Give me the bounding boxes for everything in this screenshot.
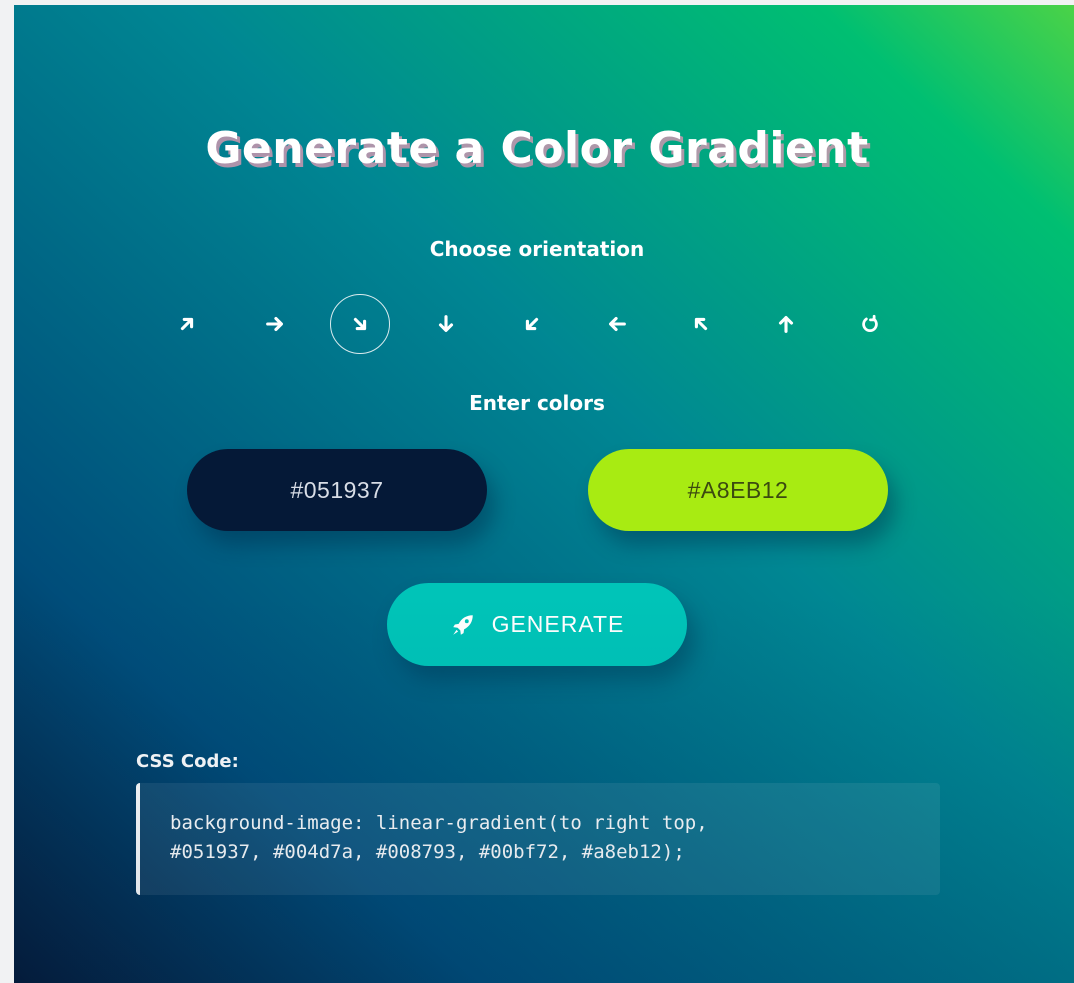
gradient-generator-panel: Generate a Color Gradient Choose orienta… [14, 5, 1074, 983]
orientation-to-left[interactable] [587, 294, 647, 354]
css-code-line: background-image: linear-gradient(to rig… [170, 812, 708, 834]
color-1-input[interactable] [187, 449, 487, 531]
arrow-up-right-icon [180, 317, 194, 331]
arrow-right-icon [266, 316, 283, 332]
orientation-label: Choose orientation [429, 237, 645, 261]
orientation-to-bottom[interactable] [416, 294, 476, 354]
arrow-down-right-icon [353, 317, 367, 331]
css-code-output[interactable]: background-image: linear-gradient(to rig… [136, 783, 940, 895]
orientation-options [14, 294, 1074, 356]
css-code-line: #051937, #004d7a, #008793, #00bf72, #a8e… [170, 841, 685, 863]
generate-button[interactable]: GENERATE [387, 583, 687, 666]
orientation-radial[interactable] [840, 294, 900, 354]
page-title: Generate a Color Gradient [205, 123, 869, 174]
orientation-to-top-left[interactable] [671, 294, 731, 354]
generate-button-label: GENERATE [491, 611, 625, 637]
orientation-to-bottom-left[interactable] [502, 294, 562, 354]
arrow-up-left-icon [694, 317, 708, 331]
css-code-heading: CSS Code: [136, 751, 239, 772]
arrow-left-icon [609, 316, 626, 332]
orientation-to-top-right[interactable] [157, 294, 217, 354]
rocket-icon [452, 614, 473, 635]
orientation-to-top[interactable] [756, 294, 816, 354]
arrow-up-icon [778, 316, 794, 333]
colors-label: Enter colors [469, 391, 605, 415]
arrow-down-left-icon [525, 317, 539, 331]
arrow-down-icon [438, 315, 454, 332]
orientation-to-right[interactable] [245, 294, 305, 354]
color-2-input[interactable] [588, 449, 888, 531]
rotate-icon [862, 314, 878, 332]
orientation-to-bottom-right[interactable] [330, 294, 390, 354]
